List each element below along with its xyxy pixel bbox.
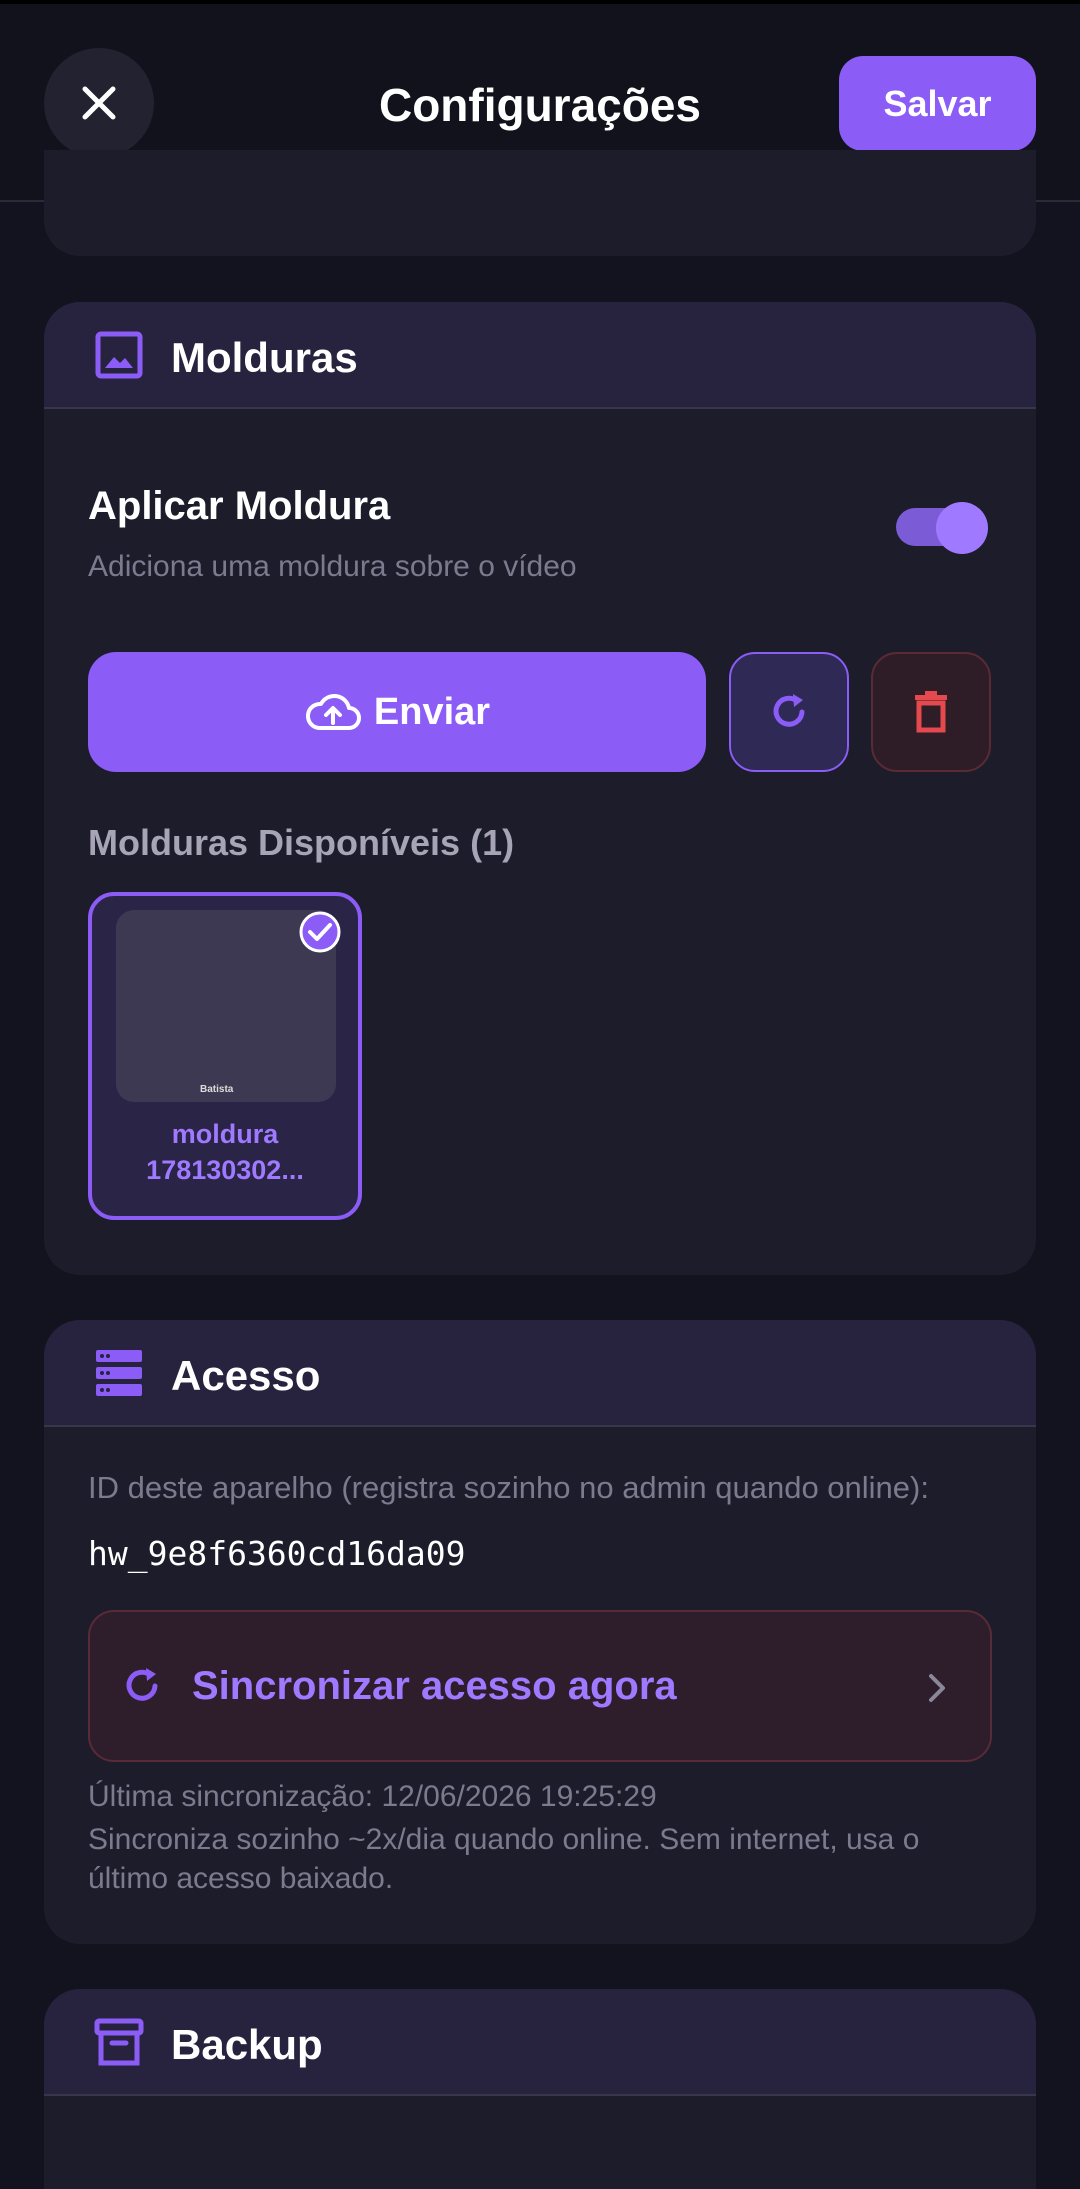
archive-icon: [94, 2018, 144, 2066]
refresh-icon: [773, 694, 805, 727]
sync-icon: [126, 1668, 158, 1701]
frame-name-line1: moldura: [171, 1119, 279, 1149]
check-circle-icon: [299, 911, 341, 953]
cloud-upload-icon: [305, 693, 361, 730]
thumbnail-logo: Batista: [200, 1084, 234, 1095]
sync-access-button[interactable]: Sincronizar acesso agora: [88, 1610, 992, 1762]
backup-header: Backup: [44, 1989, 1036, 2096]
trash-icon: [915, 691, 947, 733]
previous-section-card: [44, 150, 1036, 256]
acesso-card: Acesso ID deste aparelho (registra sozin…: [44, 1320, 1036, 1944]
image-icon: [95, 331, 143, 379]
delete-frame-button[interactable]: [871, 652, 991, 772]
molduras-card: Molduras Aplicar Moldura Adiciona uma mo…: [44, 302, 1036, 1275]
toggle-knob: [936, 502, 988, 554]
available-frames-label: Molduras Disponíveis (1): [88, 822, 515, 863]
device-id-label: ID deste aparelho (registra sozinho no a…: [88, 1470, 929, 1505]
upload-label: Enviar: [373, 690, 491, 733]
upload-button[interactable]: Enviar: [88, 652, 706, 772]
apply-frame-subtitle: Adiciona uma moldura sobre o vídeo: [88, 550, 577, 583]
refresh-frames-button[interactable]: [729, 652, 849, 772]
server-icon: [96, 1350, 142, 1396]
sync-note-text: Sincroniza sozinho ~2x/dia quando online…: [88, 1823, 920, 1895]
frame-item[interactable]: Batista moldura 178130302...: [88, 892, 362, 1220]
chevron-right-icon: [929, 1674, 945, 1702]
last-sync-text: Última sincronização: 12/06/2026 19:25:2…: [88, 1780, 657, 1813]
molduras-header: Molduras: [44, 302, 1036, 409]
apply-frame-title: Aplicar Moldura: [88, 484, 391, 528]
backup-card: Backup: [44, 1989, 1036, 2189]
frame-name-line2: 178130302...: [146, 1155, 304, 1185]
acesso-title: Acesso: [171, 1352, 321, 1399]
acesso-header: Acesso: [44, 1320, 1036, 1427]
save-button[interactable]: Salvar: [839, 56, 1036, 151]
sync-access-label: Sincronizar acesso agora: [192, 1664, 677, 1708]
apply-frame-toggle[interactable]: [896, 502, 988, 554]
frame-name: moldura 178130302...: [92, 1116, 358, 1188]
molduras-title: Molduras: [171, 334, 358, 381]
backup-title: Backup: [171, 2021, 323, 2068]
device-id-value: hw_9e8f6360cd16da09: [88, 1534, 466, 1573]
